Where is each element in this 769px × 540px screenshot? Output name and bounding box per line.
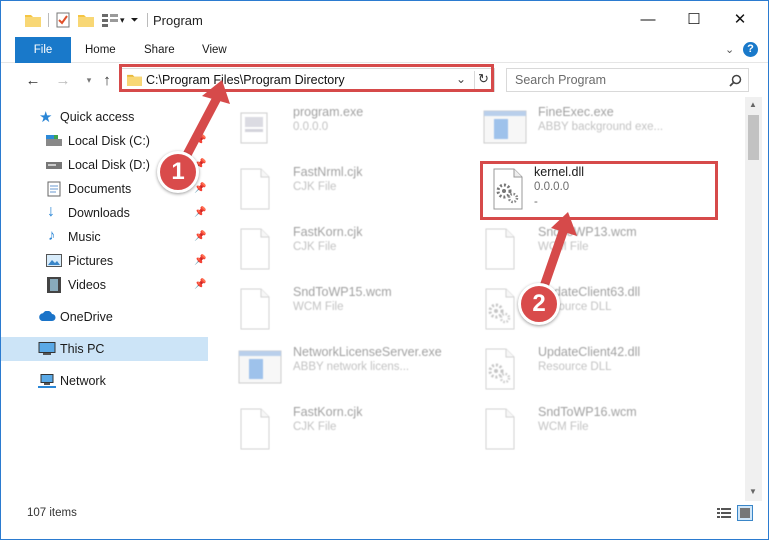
step-marker-1: 1 <box>157 151 199 193</box>
step-marker-2: 2 <box>518 283 560 325</box>
annotation-arrows <box>176 80 577 300</box>
